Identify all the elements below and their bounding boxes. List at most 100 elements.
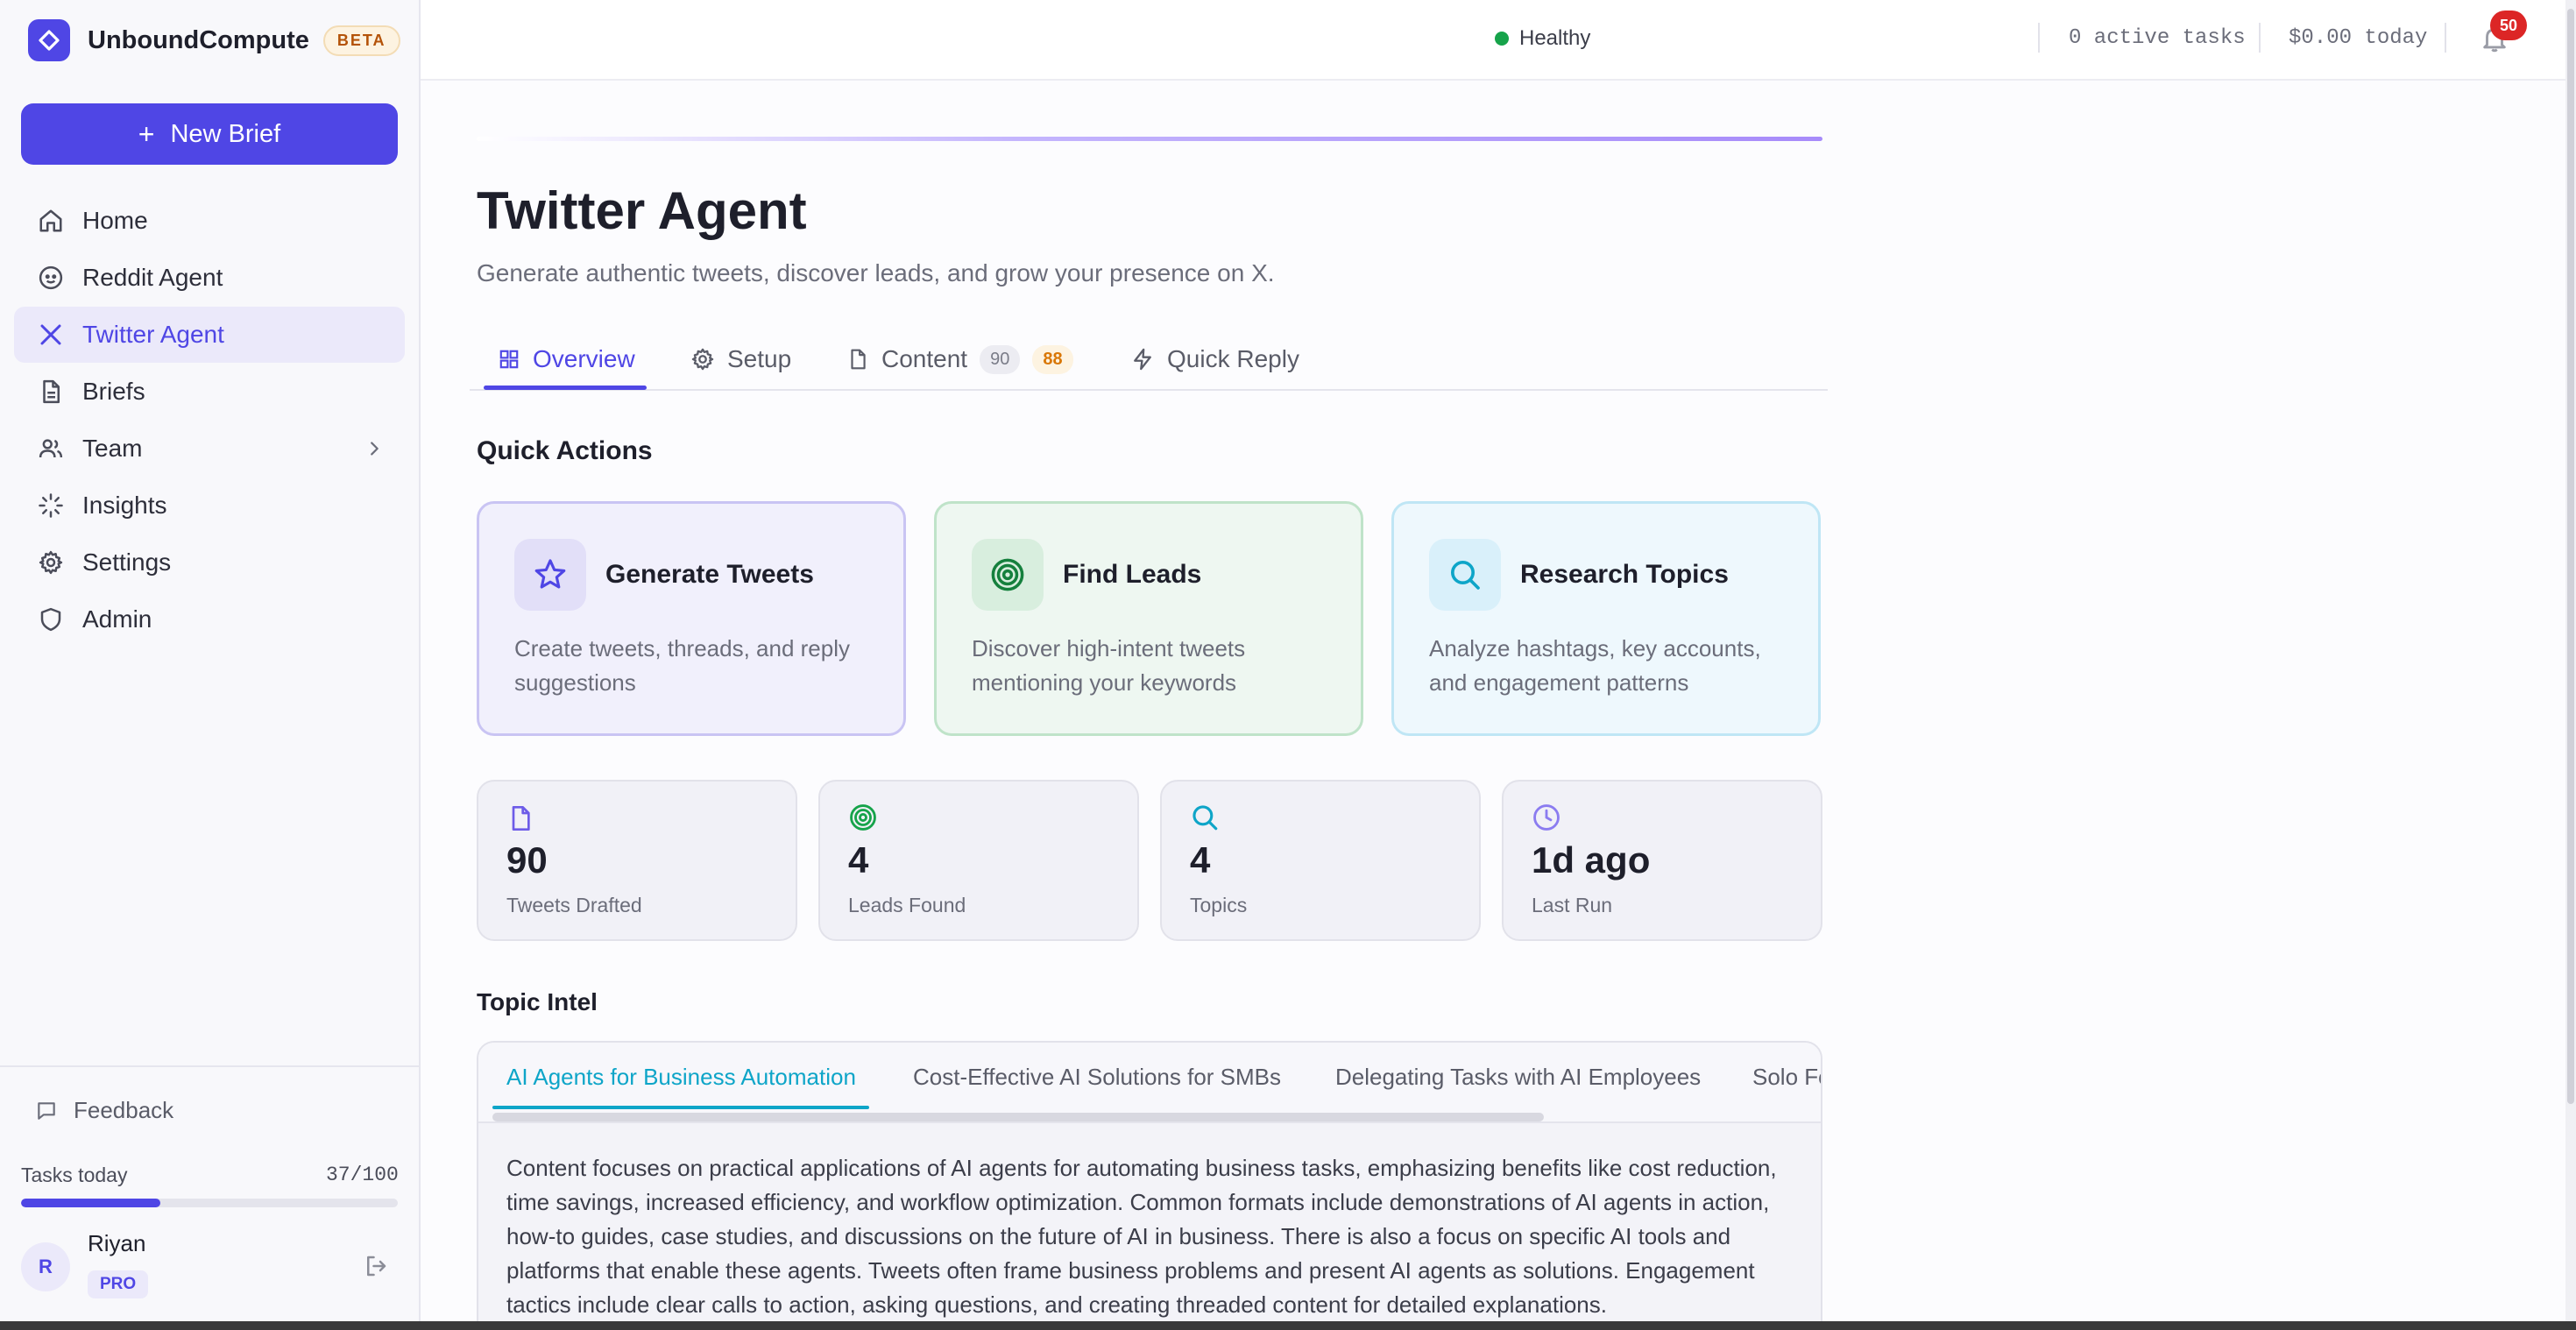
sidebar-item-label: Twitter Agent xyxy=(82,321,224,348)
topic-tab-underline xyxy=(492,1106,869,1109)
sidebar-item-insights[interactable]: Insights xyxy=(14,478,405,534)
generate-tweets-card[interactable]: Generate Tweets Create tweets, threads, … xyxy=(477,501,906,736)
tasks-progress-bar xyxy=(21,1199,398,1207)
cost-today: $0.00 today xyxy=(2289,26,2428,50)
search-icon xyxy=(1429,539,1501,611)
page-title: Twitter Agent xyxy=(477,181,807,240)
home-icon xyxy=(35,205,67,237)
divider xyxy=(2038,23,2040,53)
document-icon xyxy=(506,803,534,834)
stat-tweets-drafted: 90 Tweets Drafted xyxy=(477,780,797,941)
user-name: Riyan xyxy=(88,1230,146,1256)
brand[interactable]: UnboundCompute BETA xyxy=(28,19,400,61)
target-icon xyxy=(848,803,878,832)
document-icon xyxy=(846,347,869,371)
sidebar-item-label: Team xyxy=(82,435,143,462)
quick-actions-title: Quick Actions xyxy=(477,436,653,465)
card-description: Create tweets, threads, and reply sugges… xyxy=(514,635,850,696)
stat-last-run: 1d ago Last Run xyxy=(1502,780,1822,941)
sidebar-item-label: Briefs xyxy=(82,378,145,405)
topic-tab[interactable]: Cost-Effective AI Solutions for SMBs xyxy=(913,1064,1281,1091)
beta-badge: BETA xyxy=(322,25,400,56)
logout-icon[interactable] xyxy=(363,1253,389,1279)
plus-icon: + xyxy=(138,117,155,150)
stat-label: Tweets Drafted xyxy=(506,894,642,916)
sidebar-item-home[interactable]: Home xyxy=(14,193,405,249)
tab-label: Content xyxy=(881,345,968,372)
lightning-icon xyxy=(1130,347,1155,371)
shield-icon xyxy=(35,604,67,635)
topic-intel-title: Topic Intel xyxy=(477,988,598,1015)
stat-leads-found: 4 Leads Found xyxy=(818,780,1139,941)
content-pending-badge: 88 xyxy=(1032,344,1073,374)
health-status: Healthy xyxy=(1495,26,1590,51)
sidebar-item-settings[interactable]: Settings xyxy=(14,534,405,591)
tab-content[interactable]: Content 90 88 xyxy=(846,328,1073,391)
sparkle-icon xyxy=(35,490,67,521)
star-icon xyxy=(514,539,586,611)
tasks-progress-fill xyxy=(21,1199,161,1207)
brand-name: UnboundCompute xyxy=(88,25,309,54)
new-brief-label: New Brief xyxy=(170,119,281,148)
topic-intel-content: Content focuses on practical application… xyxy=(506,1155,1777,1318)
topic-intel-panel: AI Agents for Business Automation Cost-E… xyxy=(477,1041,1822,1330)
tab-label: Overview xyxy=(533,345,635,372)
tab-label: Quick Reply xyxy=(1167,345,1299,372)
stat-value: 90 xyxy=(506,839,548,881)
sidebar-item-admin[interactable]: Admin xyxy=(14,591,405,647)
stat-label: Topics xyxy=(1190,894,1248,916)
divider xyxy=(2445,23,2446,53)
sidebar-item-reddit-agent[interactable]: Reddit Agent xyxy=(14,250,405,306)
clock-icon xyxy=(1532,803,1561,832)
document-icon xyxy=(35,376,67,407)
topic-tab-active[interactable]: AI Agents for Business Automation xyxy=(506,1064,856,1091)
topic-intel-tabs: AI Agents for Business Automation Cost-E… xyxy=(478,1043,1821,1123)
topic-tabs-scrollbar[interactable] xyxy=(492,1113,1544,1121)
active-tasks: 0 active tasks xyxy=(2069,26,2246,50)
topic-tab[interactable]: Delegating Tasks with AI Employees xyxy=(1335,1064,1701,1091)
sidebar-item-team[interactable]: Team xyxy=(14,421,405,477)
content-count-badge: 90 xyxy=(980,344,1021,374)
tasks-today-count: 37/100 xyxy=(326,1164,399,1186)
stat-value: 4 xyxy=(848,839,869,881)
notification-badge[interactable]: 50 xyxy=(2490,11,2527,40)
stat-value: 4 xyxy=(1190,839,1211,881)
status-dot-icon xyxy=(1495,32,1509,46)
header-accent-line xyxy=(477,137,1822,141)
sidebar-nav: Home Reddit Agent Twitter Agent Briefs T… xyxy=(14,193,405,648)
sidebar-item-briefs[interactable]: Briefs xyxy=(14,364,405,420)
stat-value: 1d ago xyxy=(1532,839,1651,881)
card-title: Find Leads xyxy=(1063,560,1202,589)
page-scrollbar-thumb[interactable] xyxy=(2567,9,2574,1104)
new-brief-button[interactable]: + New Brief xyxy=(21,103,398,165)
card-description: Discover high-intent tweets mentioning y… xyxy=(972,635,1246,696)
agent-tabs: Overview Setup Content 90 88 Quick Reply xyxy=(470,328,1828,391)
tab-quick-reply[interactable]: Quick Reply xyxy=(1130,328,1299,391)
sidebar-item-label: Reddit Agent xyxy=(82,264,223,291)
window-bottom-edge xyxy=(0,1321,2576,1330)
sidebar: UnboundCompute BETA + New Brief Home Red… xyxy=(0,0,421,1330)
search-icon xyxy=(1190,803,1220,832)
chat-icon xyxy=(35,1100,58,1122)
topic-tab[interactable]: Solo Fo xyxy=(1752,1064,1821,1091)
page-subtitle: Generate authentic tweets, discover lead… xyxy=(477,259,1275,287)
feedback-link[interactable]: Feedback xyxy=(35,1097,173,1124)
stat-topics: 4 Topics xyxy=(1160,780,1481,941)
grid-icon xyxy=(498,348,520,371)
sidebar-item-label: Settings xyxy=(82,548,172,576)
feedback-label: Feedback xyxy=(74,1097,174,1123)
avatar[interactable]: R xyxy=(21,1242,70,1291)
stat-label: Leads Found xyxy=(848,894,966,916)
divider xyxy=(2259,23,2261,53)
health-status-label: Healthy xyxy=(1519,26,1591,50)
sidebar-item-twitter-agent[interactable]: Twitter Agent xyxy=(14,307,405,363)
tasks-today-label: Tasks today xyxy=(21,1164,128,1186)
research-topics-card[interactable]: Research Topics Analyze hashtags, key ac… xyxy=(1391,501,1821,736)
target-icon xyxy=(972,539,1044,611)
tab-overview[interactable]: Overview xyxy=(498,328,635,391)
sidebar-item-label: Admin xyxy=(82,605,152,633)
find-leads-card[interactable]: Find Leads Discover high-intent tweets m… xyxy=(934,501,1363,736)
card-title: Generate Tweets xyxy=(605,560,814,589)
plan-badge: PRO xyxy=(88,1270,149,1298)
tab-setup[interactable]: Setup xyxy=(690,328,791,391)
